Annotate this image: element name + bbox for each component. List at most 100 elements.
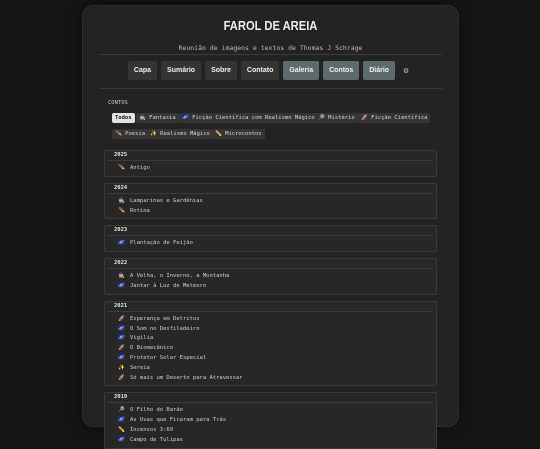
site-title[interactable]: FAROL DE AREIA — [109, 18, 432, 33]
nav-sumario-button[interactable]: Sumário — [161, 61, 202, 80]
tag-label: Ficção Científica com Realismo Mágico — [192, 115, 315, 121]
story-title: As Uvas que Ficaram para Trás — [130, 417, 227, 424]
story-link[interactable]: 🧙 Lamparinas e Gardênias — [118, 196, 203, 206]
nav-contos-button[interactable]: Contos — [323, 61, 360, 80]
story-title: Rotina — [130, 207, 150, 214]
story-link[interactable]: ✏️ Incensos 3:69 — [118, 425, 173, 435]
tag-fantasia[interactable]: 🧙 Fantasia — [136, 113, 179, 123]
genre-icon: 🌌 — [118, 282, 125, 289]
story-title: O Filho do Barão — [130, 407, 183, 414]
tag-poesia[interactable]: 🪶 Poesia — [112, 129, 149, 139]
tag-label: Microcontos — [225, 131, 262, 137]
tag-icon: 🔎 — [318, 115, 329, 121]
tag-icon: 🚀 — [361, 115, 372, 121]
genre-icon: 🚀 — [118, 315, 125, 322]
year-label: 2025 — [114, 152, 128, 158]
story-title: Antigo — [130, 165, 150, 171]
year-label: 2022 — [114, 260, 128, 267]
nav-capa-button[interactable]: Capa — [127, 61, 158, 80]
nav-diario-button[interactable]: Diário — [363, 61, 396, 80]
story-title: O Biomecânico — [130, 345, 174, 352]
genre-icon: 🌌 — [118, 335, 125, 342]
story-link[interactable]: 🪶 Rotina — [118, 206, 150, 216]
genre-icon: 🌌 — [118, 354, 125, 361]
tag-label: Fantasia — [149, 115, 176, 121]
tag-icon: ✏️ — [215, 131, 226, 137]
tag-realismo-magico[interactable]: ✨ Realismo Mágico — [147, 129, 213, 139]
divider — [108, 235, 433, 237]
story-link[interactable]: ✨ Sereia — [118, 363, 150, 373]
genre-icon: ✨ — [118, 364, 125, 371]
tag-label: Realismo Mágico — [160, 131, 210, 137]
story-link[interactable]: 🌌 Jantar à Luz de Meteoro — [118, 281, 206, 291]
genre-icon: 🌌 — [118, 436, 125, 443]
story-title: Campo de Tulipas — [130, 436, 183, 443]
genre-icon: 🚀 — [118, 345, 125, 352]
tag-icon: 🧙 — [139, 115, 150, 121]
tag-microcontos[interactable]: ✏️ Microcontos — [212, 129, 265, 139]
story-title: Lamparinas e Gardênias — [130, 197, 203, 204]
genre-icon: 🔎 — [118, 407, 125, 414]
genre-icon: 🌌 — [118, 325, 125, 332]
story-link[interactable]: 🚀 Só mais um Deserto para Atravessar — [118, 373, 243, 383]
genre-icon: 🪶 — [118, 165, 125, 171]
gear-icon[interactable]: ⚙ — [399, 61, 413, 80]
tag-ficcao-cientifica-com-realismo-magico[interactable]: 🌌 Ficção Científica com Realismo Mágico — [179, 113, 318, 123]
story-title: Vigília — [130, 335, 154, 342]
story-title: Plantação de Feijão — [130, 240, 193, 247]
tag-misterio[interactable]: 🔎 Mistério — [315, 113, 358, 123]
story-title: A Velha, o Inverno, a Montanha — [130, 273, 230, 280]
story-link[interactable]: 🧙 A Velha, o Inverno, a Montanha — [118, 271, 229, 281]
nav-galeria-button[interactable]: Galeria — [283, 61, 320, 80]
site-subtitle: Reunião de imagens e textos de Thomas J … — [178, 44, 363, 52]
tag-label: Poesia — [125, 131, 146, 137]
tag-label: Mistério — [328, 115, 355, 121]
story-title: Só mais um Deserto para Atravessar — [130, 374, 243, 381]
story-link[interactable]: 🌌 Vigília — [118, 333, 153, 343]
story-title: Protetor Solar Especial — [130, 354, 207, 361]
year-group: 2021 🚀 Esperança em Detritos 🌌 O Som no Desf… — [104, 300, 437, 387]
divider — [108, 310, 433, 312]
divider — [108, 402, 433, 404]
story-link[interactable]: 🚀 Esperança em Detritos — [118, 314, 200, 324]
section-label: CONTOS — [108, 100, 128, 106]
year-label: 2021 — [114, 302, 128, 309]
divider — [99, 88, 442, 89]
year-group: 2022 🧙 A Velha, o Inverno, a Montanha 🌌 Jant… — [104, 258, 437, 295]
genre-icon: 🧙 — [118, 273, 125, 280]
divider — [108, 268, 433, 270]
divider — [108, 160, 433, 161]
story-link[interactable]: 🔎 O Filho do Barão — [118, 405, 183, 415]
tag-todos[interactable]: Todos — [112, 113, 135, 123]
divider — [108, 192, 433, 194]
year-group: 2024 🧙 Lamparinas e Gardênias 🪶 Rotina — [104, 182, 437, 220]
story-title: Jantar à Luz de Meteoro — [130, 282, 207, 289]
year-label: 2019 — [114, 394, 128, 401]
story-link[interactable]: 🌌 O Som no Desfiladeiro — [118, 324, 200, 334]
story-link[interactable]: 🚀 O Biomecânico — [118, 343, 173, 353]
genre-icon: 🚀 — [118, 374, 125, 381]
nav-sobre-button[interactable]: Sobre — [205, 61, 237, 80]
divider — [99, 54, 442, 55]
content-card: FAROL DE AREIA Reunião de imagens e text… — [83, 6, 458, 449]
year-group: 2025 🪶 Antigo — [104, 150, 437, 177]
nav-contato-button[interactable]: Contato — [240, 61, 280, 80]
main-nav: Capa Sumário Sobre Contato Galeria Contos Diár… — [83, 61, 458, 80]
tag-icon: ✨ — [150, 131, 161, 137]
genre-icon: ✏️ — [118, 426, 125, 433]
year-label: 2023 — [114, 227, 128, 234]
story-title: Incensos 3:69 — [130, 426, 174, 433]
story-link[interactable]: 🌌 Protetor Solar Especial — [118, 353, 206, 363]
story-title: O Som no Desfiladeiro — [130, 325, 200, 332]
story-link[interactable]: 🪶 Antigo — [118, 163, 150, 173]
tag-label: Ficção Científica — [371, 115, 428, 121]
tag-ficcao-cientifica[interactable]: 🚀 Ficção Científica — [358, 113, 431, 123]
genre-icon: 🌌 — [118, 240, 125, 247]
story-link[interactable]: 🌌 Campo de Tulipas — [118, 435, 183, 445]
genre-icon: 🌌 — [118, 417, 125, 424]
year-group: 2019 🔎 O Filho do Barão 🌌 As Uvas que Ficara… — [104, 392, 437, 449]
story-link[interactable]: 🌌 Plantação de Feijão — [118, 238, 193, 248]
year-group: 2023 🌌 Plantação de Feijão — [104, 225, 437, 253]
story-title: Esperança em Detritos — [130, 315, 200, 322]
story-link[interactable]: 🌌 As Uvas que Ficaram para Trás — [118, 415, 226, 425]
